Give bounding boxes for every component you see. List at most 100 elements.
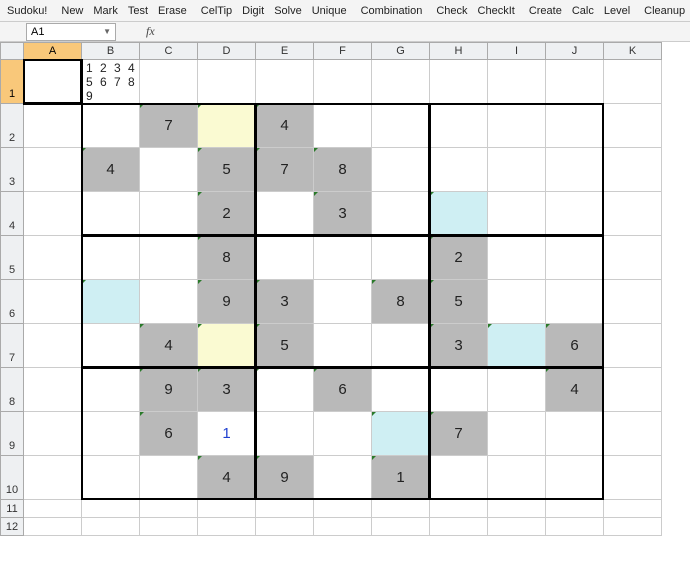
row-header-2[interactable]: 2: [0, 104, 24, 148]
col-header-J[interactable]: J: [546, 42, 604, 60]
col-header-B[interactable]: B: [82, 42, 140, 60]
cell-E6[interactable]: 3: [256, 280, 314, 324]
cell-G2[interactable]: [372, 104, 430, 148]
cell-C11[interactable]: [140, 500, 198, 518]
cell-K12[interactable]: [604, 518, 662, 536]
cell-F9[interactable]: [314, 412, 372, 456]
row-header-11[interactable]: 11: [0, 500, 24, 518]
cell-K7[interactable]: [604, 324, 662, 368]
cell-K4[interactable]: [604, 192, 662, 236]
cell-I10[interactable]: [488, 456, 546, 500]
cell-I3[interactable]: [488, 148, 546, 192]
cell-C4[interactable]: [140, 192, 198, 236]
cell-K1[interactable]: [604, 60, 662, 104]
cell-K3[interactable]: [604, 148, 662, 192]
cell-G12[interactable]: [372, 518, 430, 536]
menu-test[interactable]: Test: [123, 3, 153, 19]
cell-E5[interactable]: [256, 236, 314, 280]
col-header-A[interactable]: A: [24, 42, 82, 60]
cell-A1[interactable]: [24, 60, 82, 104]
cell-A2[interactable]: [24, 104, 82, 148]
cell-I6[interactable]: [488, 280, 546, 324]
cell-H7[interactable]: 3: [430, 324, 488, 368]
cell-D12[interactable]: [198, 518, 256, 536]
cell-G3[interactable]: [372, 148, 430, 192]
cell-I11[interactable]: [488, 500, 546, 518]
cell-B5[interactable]: [82, 236, 140, 280]
cell-C8[interactable]: 9: [140, 368, 198, 412]
cell-D1[interactable]: [198, 60, 256, 104]
cell-B7[interactable]: [82, 324, 140, 368]
cell-D8[interactable]: 3: [198, 368, 256, 412]
menu-calc[interactable]: Calc: [567, 3, 599, 19]
cell-G11[interactable]: [372, 500, 430, 518]
cell-J11[interactable]: [546, 500, 604, 518]
cell-F12[interactable]: [314, 518, 372, 536]
cell-E1[interactable]: [256, 60, 314, 104]
cell-K8[interactable]: [604, 368, 662, 412]
cell-E2[interactable]: 4: [256, 104, 314, 148]
cell-F10[interactable]: [314, 456, 372, 500]
cell-C1[interactable]: [140, 60, 198, 104]
cell-B3[interactable]: 4: [82, 148, 140, 192]
cell-C9[interactable]: 6: [140, 412, 198, 456]
select-all-corner[interactable]: [0, 42, 24, 60]
cell-G1[interactable]: [372, 60, 430, 104]
cell-E9[interactable]: [256, 412, 314, 456]
row-header-10[interactable]: 10: [0, 456, 24, 500]
menu-cleanup[interactable]: Cleanup: [639, 3, 690, 19]
cell-J12[interactable]: [546, 518, 604, 536]
cell-D11[interactable]: [198, 500, 256, 518]
cell-I8[interactable]: [488, 368, 546, 412]
col-header-I[interactable]: I: [488, 42, 546, 60]
cell-K11[interactable]: [604, 500, 662, 518]
row-header-7[interactable]: 7: [0, 324, 24, 368]
cell-G9[interactable]: [372, 412, 430, 456]
cell-I4[interactable]: [488, 192, 546, 236]
cell-D6[interactable]: 9: [198, 280, 256, 324]
cell-J8[interactable]: 4: [546, 368, 604, 412]
cell-B12[interactable]: [82, 518, 140, 536]
cell-J9[interactable]: [546, 412, 604, 456]
cell-I1[interactable]: [488, 60, 546, 104]
cell-A3[interactable]: [24, 148, 82, 192]
cell-C12[interactable]: [140, 518, 198, 536]
cell-F7[interactable]: [314, 324, 372, 368]
cell-D4[interactable]: 2: [198, 192, 256, 236]
cell-B10[interactable]: [82, 456, 140, 500]
cell-A10[interactable]: [24, 456, 82, 500]
cell-G10[interactable]: 1: [372, 456, 430, 500]
cell-H6[interactable]: 5: [430, 280, 488, 324]
cell-J2[interactable]: [546, 104, 604, 148]
cell-B9[interactable]: [82, 412, 140, 456]
cell-D7[interactable]: [198, 324, 256, 368]
cell-C3[interactable]: [140, 148, 198, 192]
cell-E4[interactable]: [256, 192, 314, 236]
menu-checkit[interactable]: CheckIt: [473, 3, 520, 19]
cell-A9[interactable]: [24, 412, 82, 456]
menu-combination[interactable]: Combination: [356, 3, 428, 19]
cell-A12[interactable]: [24, 518, 82, 536]
cell-C7[interactable]: 4: [140, 324, 198, 368]
cell-I5[interactable]: [488, 236, 546, 280]
cell-B2[interactable]: [82, 104, 140, 148]
cell-I12[interactable]: [488, 518, 546, 536]
col-header-F[interactable]: F: [314, 42, 372, 60]
cell-H2[interactable]: [430, 104, 488, 148]
cell-A4[interactable]: [24, 192, 82, 236]
cell-H5[interactable]: 2: [430, 236, 488, 280]
cell-D9[interactable]: 1: [198, 412, 256, 456]
cell-I7[interactable]: [488, 324, 546, 368]
cell-G6[interactable]: 8: [372, 280, 430, 324]
cell-C10[interactable]: [140, 456, 198, 500]
menu-create[interactable]: Create: [524, 3, 567, 19]
row-header-8[interactable]: 8: [0, 368, 24, 412]
cell-C2[interactable]: 7: [140, 104, 198, 148]
cell-H9[interactable]: 7: [430, 412, 488, 456]
cell-B6[interactable]: [82, 280, 140, 324]
cell-E8[interactable]: [256, 368, 314, 412]
cell-J3[interactable]: [546, 148, 604, 192]
cell-B11[interactable]: [82, 500, 140, 518]
cell-J10[interactable]: [546, 456, 604, 500]
cell-F4[interactable]: 3: [314, 192, 372, 236]
